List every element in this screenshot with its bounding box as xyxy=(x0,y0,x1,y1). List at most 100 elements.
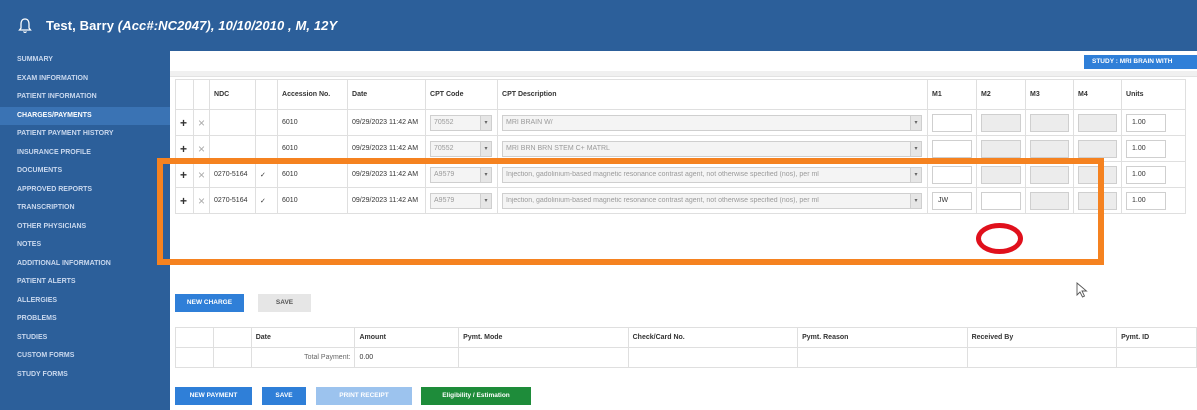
m1-input[interactable] xyxy=(932,165,973,184)
m2-input[interactable] xyxy=(981,165,1022,184)
m1-input[interactable] xyxy=(932,139,973,158)
sidebar-item-approved-reports[interactable]: APPROVED REPORTS xyxy=(0,181,170,200)
sidebar-item-summary[interactable]: SUMMARY xyxy=(0,51,170,70)
total-empty-6 xyxy=(966,347,1118,368)
m4-cell xyxy=(1073,187,1123,214)
charge-row: + × 6010 09/29/2023 11:42 AM 70552 ▾ MRI BRAIN… xyxy=(175,109,1187,136)
m1-cell: JW xyxy=(927,187,978,214)
units-input[interactable]: 1.00 xyxy=(1126,165,1167,184)
sidebar-item-problems[interactable]: PROBLEMS xyxy=(0,310,170,329)
remove-icon[interactable]: × xyxy=(198,194,205,208)
save-charges-button[interactable]: SAVE xyxy=(258,294,311,312)
sidebar-item-allergies[interactable]: ALLERGIES xyxy=(0,292,170,311)
sidebar-item-other-physicians[interactable]: OTHER PHYSICIANS xyxy=(0,218,170,237)
remove-icon[interactable]: × xyxy=(198,168,205,182)
cpt-description-cell: Injection, gadolinium-based magnetic res… xyxy=(497,161,929,188)
m3-input[interactable] xyxy=(1030,113,1070,132)
m4-input[interactable] xyxy=(1078,139,1118,158)
cpt-code-value: 70552 xyxy=(434,119,454,126)
sidebar-item-study-forms[interactable]: STUDY FORMS xyxy=(0,366,170,385)
m3-input[interactable] xyxy=(1030,139,1070,158)
sidebar-item-exam-information[interactable]: EXAM INFORMATION xyxy=(0,70,170,89)
m2-input[interactable] xyxy=(981,191,1022,210)
sidebar-item-custom-forms[interactable]: CUSTOM FORMS xyxy=(0,347,170,366)
sidebar-item-additional-information[interactable]: ADDITIONAL INFORMATION xyxy=(0,255,170,274)
units-cell: 1.00 xyxy=(1121,161,1187,188)
m3-cell xyxy=(1025,109,1075,136)
sidebar-item-documents[interactable]: DOCUMENTS xyxy=(0,162,170,181)
total-empty-3 xyxy=(458,347,629,368)
sidebar-item-patient-alerts[interactable]: PATIENT ALERTS xyxy=(0,273,170,292)
cpt-description-cell: MRI BRN BRN STEM C+ MATRL ▾ xyxy=(497,135,929,162)
patient-name: Test, Barry xyxy=(46,18,118,33)
add-icon[interactable]: + xyxy=(180,194,187,208)
remove-icon[interactable]: × xyxy=(198,142,205,156)
chevron-down-icon: ▾ xyxy=(910,193,922,208)
m4-input[interactable] xyxy=(1078,191,1118,210)
cpt-code-select[interactable]: A9579 ▾ xyxy=(430,192,493,209)
cpt-code-select[interactable]: 70552 ▾ xyxy=(430,114,493,131)
m4-input[interactable] xyxy=(1078,113,1118,132)
charge-row: + × 6010 09/29/2023 11:42 AM 70552 ▾ MRI BRN B… xyxy=(175,135,1187,162)
pencil-icon[interactable]: ✓ xyxy=(260,172,266,179)
total-empty-5 xyxy=(797,347,968,368)
add-row-cell: + xyxy=(175,161,194,188)
cpt-code-select[interactable]: 70552 ▾ xyxy=(430,140,493,157)
units-input[interactable]: 1.00 xyxy=(1126,191,1167,210)
total-empty-7 xyxy=(1116,347,1197,368)
study-badge[interactable]: STUDY : MRI BRAIN WITH xyxy=(1084,55,1197,69)
main-content: STUDY : MRI BRAIN WITH NDC Accession No.… xyxy=(170,51,1197,410)
sidebar-item-transcription[interactable]: TRANSCRIPTION xyxy=(0,199,170,218)
sidebar-item-patient-information[interactable]: PATIENT INFORMATION xyxy=(0,88,170,107)
m2-input[interactable] xyxy=(981,139,1022,158)
m3-input[interactable] xyxy=(1030,165,1070,184)
m1-cell xyxy=(927,109,978,136)
edit-ndc-cell: ✓ xyxy=(255,187,279,214)
cpt-code-cell: A9579 ▾ xyxy=(425,187,499,214)
sidebar-item-notes[interactable]: NOTES xyxy=(0,236,170,255)
new-charge-button[interactable]: NEW CHARGE xyxy=(175,294,244,312)
sidebar-item-patient-payment-history[interactable]: PATIENT PAYMENT HISTORY xyxy=(0,125,170,144)
cpt-description-select[interactable]: Injection, gadolinium-based magnetic res… xyxy=(502,192,923,209)
print-receipt-button[interactable]: PRINT RECEIPT xyxy=(316,387,412,405)
remove-row-cell: × xyxy=(192,161,211,188)
cpt-description-select[interactable]: Injection, gadolinium-based magnetic res… xyxy=(502,166,923,183)
cpt-code-value: 70552 xyxy=(434,145,454,152)
m4-cell xyxy=(1073,109,1123,136)
chevron-down-icon: ▾ xyxy=(480,193,492,208)
pay-col-select xyxy=(175,327,214,348)
chevron-down-icon: ▾ xyxy=(480,167,492,182)
sidebar-item-insurance-profile[interactable]: INSURANCE PROFILE xyxy=(0,144,170,163)
add-row-cell: + xyxy=(175,187,194,214)
cpt-description-select[interactable]: MRI BRN BRN STEM C+ MATRL ▾ xyxy=(502,140,923,157)
pay-col-received-by: Received By xyxy=(966,327,1118,348)
new-payment-button[interactable]: NEW PAYMENT xyxy=(175,387,252,405)
m1-input[interactable] xyxy=(932,113,973,132)
cpt-code-select[interactable]: A9579 ▾ xyxy=(430,166,493,183)
eligibility-estimation-button[interactable]: Eligibility / Estimation xyxy=(421,387,531,405)
charge-row: + × 0270-5164 ✓ 6010 09/29/2023 11:42 AM A9579… xyxy=(175,161,1187,188)
m3-input[interactable] xyxy=(1030,191,1070,210)
sidebar-item-charges-payments[interactable]: CHARGES/PAYMENTS xyxy=(0,106,170,125)
m1-input[interactable]: JW xyxy=(932,191,973,210)
col-date: Date xyxy=(347,79,427,110)
cpt-description-select[interactable]: MRI BRAIN W/ ▾ xyxy=(502,114,923,131)
m2-input[interactable] xyxy=(981,113,1022,132)
remove-icon[interactable]: × xyxy=(198,116,205,130)
add-icon[interactable]: + xyxy=(180,168,187,182)
units-cell: 1.00 xyxy=(1121,109,1187,136)
cpt-code-cell: A9579 ▾ xyxy=(425,161,499,188)
units-input[interactable]: 1.00 xyxy=(1126,139,1167,158)
units-cell: 1.00 xyxy=(1121,135,1187,162)
sidebar-item-studies[interactable]: STUDIES xyxy=(0,329,170,348)
add-icon[interactable]: + xyxy=(180,142,187,156)
bell-icon[interactable] xyxy=(18,17,32,34)
units-input[interactable]: 1.00 xyxy=(1126,113,1167,132)
m4-input[interactable] xyxy=(1078,165,1118,184)
pencil-icon[interactable]: ✓ xyxy=(260,198,266,205)
save-payment-button[interactable]: SAVE xyxy=(262,387,306,405)
m2-cell xyxy=(976,187,1027,214)
add-icon[interactable]: + xyxy=(180,116,187,130)
charges-header-row: NDC Accession No. Date CPT Code CPT Desc… xyxy=(175,79,1187,110)
patient-header: Test, Barry (Acc#:NC2047), 10/10/2010 , … xyxy=(0,0,1197,51)
